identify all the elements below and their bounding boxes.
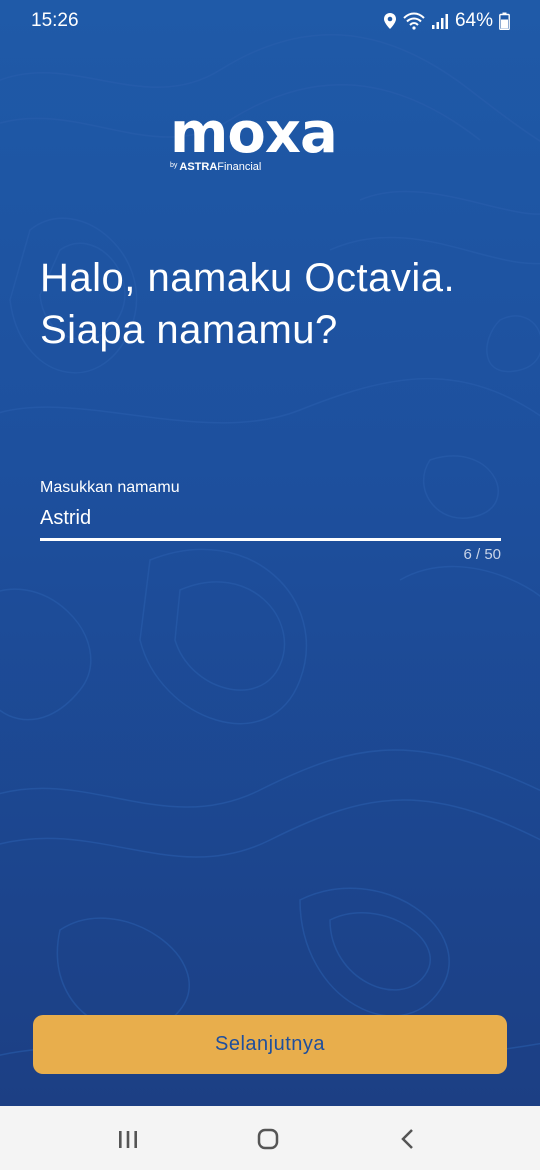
wifi-icon bbox=[403, 12, 425, 30]
logo-byline-prefix: by bbox=[170, 162, 178, 169]
greeting-heading: Halo, namaku Octavia. Siapa namamu? bbox=[40, 256, 456, 352]
logo-byline-suffix: Financial bbox=[217, 161, 262, 173]
onboarding-screen: 15:26 64% moxa by ASTRAFinancial Halo, n… bbox=[0, 0, 540, 1106]
logo-wordmark: moxa bbox=[170, 101, 338, 166]
character-counter: 6 / 50 bbox=[463, 546, 501, 563]
battery-icon bbox=[499, 12, 510, 30]
battery-percentage: 64% bbox=[454, 10, 493, 31]
status-bar: 15:26 64% bbox=[0, 0, 540, 42]
status-time: 15:26 bbox=[31, 10, 79, 31]
signal-icon bbox=[431, 14, 448, 29]
next-button[interactable]: Selanjutnya bbox=[33, 1015, 507, 1074]
location-icon bbox=[383, 13, 396, 29]
home-icon[interactable] bbox=[253, 1124, 283, 1154]
name-field-label: Masukkan namamu bbox=[40, 479, 180, 496]
recents-icon[interactable] bbox=[113, 1124, 143, 1154]
logo-byline: by ASTRAFinancial bbox=[170, 161, 261, 173]
name-input-underline bbox=[40, 538, 501, 541]
status-icons: 64% bbox=[383, 10, 510, 32]
name-input[interactable] bbox=[40, 500, 500, 536]
moxa-logo: moxa by ASTRAFinancial bbox=[170, 104, 375, 174]
system-nav-bar bbox=[0, 1106, 540, 1170]
back-icon[interactable] bbox=[393, 1124, 423, 1154]
logo-byline-brand: ASTRA bbox=[179, 161, 218, 173]
